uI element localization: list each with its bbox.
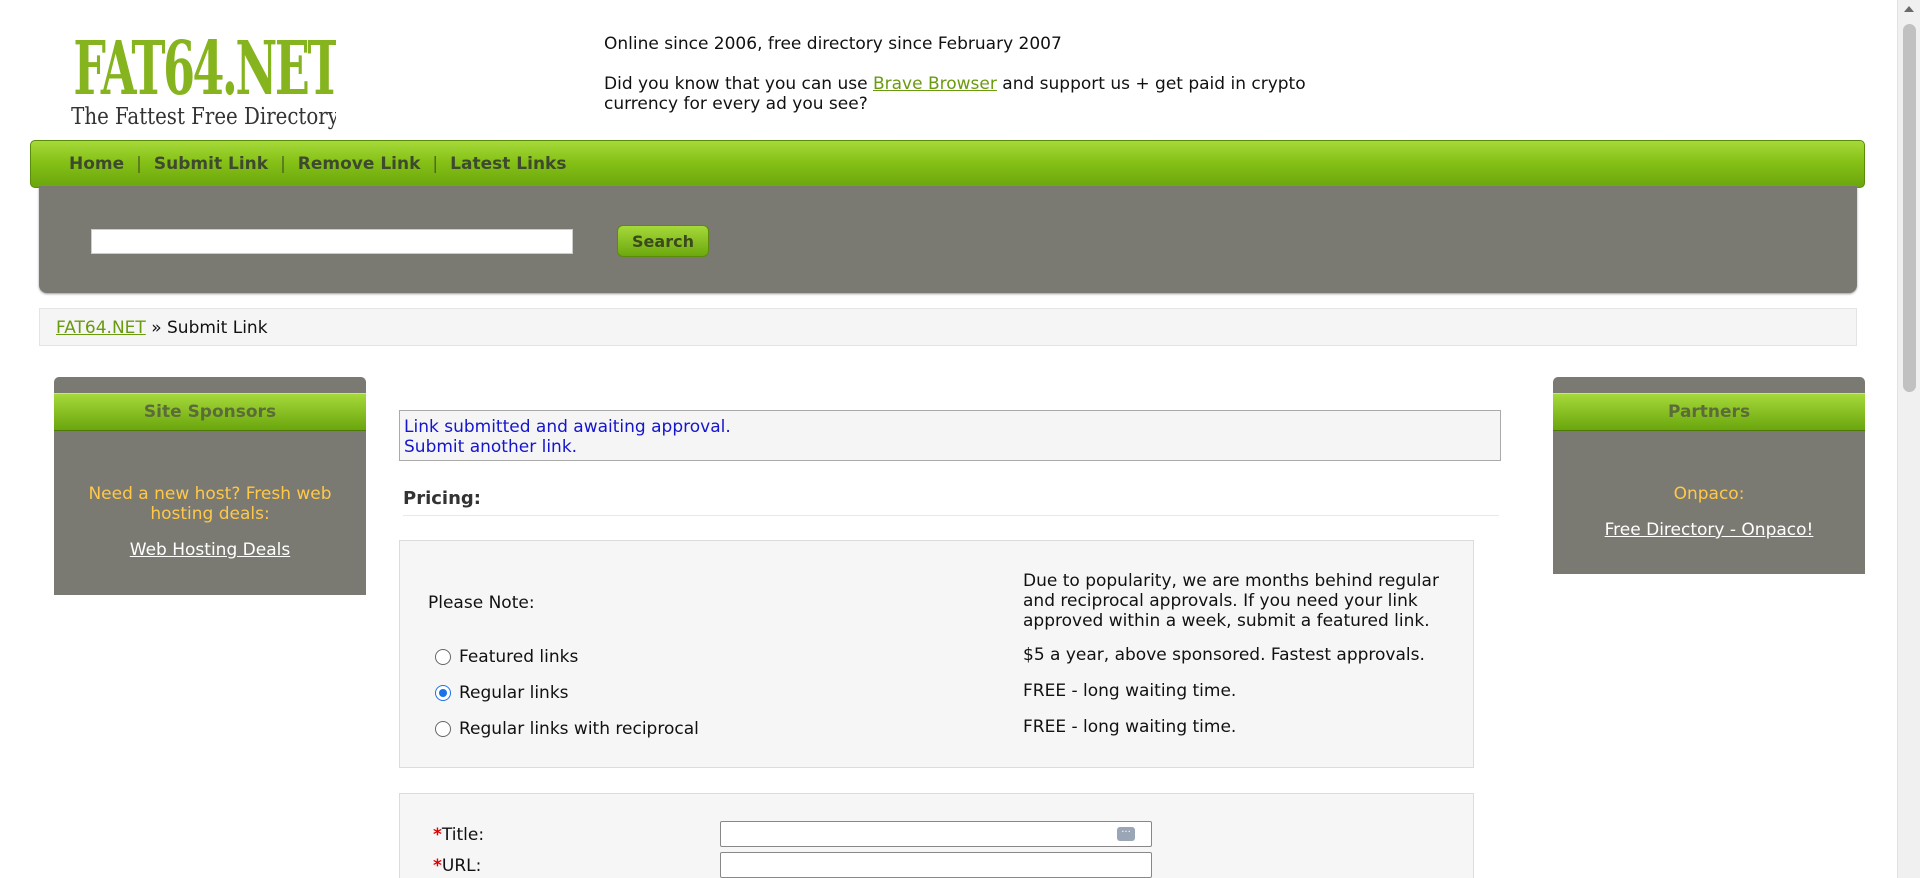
submit-form: *Title: ··· *URL: [399, 793, 1474, 878]
reciprocal-desc: FREE - long waiting time. [1023, 717, 1237, 737]
header-message: Online since 2006, free directory since … [604, 34, 1324, 134]
featured-desc: $5 a year, above sponsored. Fastest appr… [1023, 645, 1425, 665]
please-note-text: Due to popularity, we are months behind … [1023, 571, 1439, 631]
submit-another-link[interactable]: Submit another link. [404, 437, 1496, 457]
required-mark: * [433, 825, 442, 845]
featured-radio[interactable] [435, 649, 451, 665]
web-hosting-deals-link[interactable]: Web Hosting Deals [54, 540, 366, 560]
scroll-thumb[interactable] [1903, 24, 1916, 392]
header-brave-prefix: Did you know that you can use [604, 74, 873, 94]
submission-notice: Link submitted and awaiting approval. Su… [399, 410, 1501, 461]
fat64-logo-graphic: FAT64.NET The Fattest Free Directory [71, 24, 344, 131]
regular-label: Regular links [459, 683, 569, 703]
search-panel: Search [39, 186, 1857, 293]
featured-label: Featured links [459, 647, 579, 667]
nav-remove-link[interactable]: Remove Link [298, 154, 421, 174]
scroll-up-arrow-icon[interactable] [1904, 6, 1914, 12]
onpaco-link[interactable]: Free Directory - Onpaco! [1553, 520, 1865, 540]
option-regular[interactable]: Regular links [435, 681, 569, 705]
nav-separator: | [136, 154, 142, 174]
site-logo[interactable]: FAT64.NET The Fattest Free Directory [66, 14, 344, 132]
site-sponsors-title: Site Sponsors [54, 393, 366, 431]
nav-home[interactable]: Home [69, 154, 124, 174]
title-label-text: Title: [441, 825, 485, 845]
search-button[interactable]: Search [617, 225, 709, 257]
nav-separator: | [280, 154, 286, 174]
url-input[interactable] [720, 852, 1152, 878]
url-label-text: URL: [441, 856, 482, 876]
notice-submitted: Link submitted and awaiting approval. [404, 417, 731, 437]
main-navbar: Home | Submit Link | Remove Link | Lates… [30, 140, 1865, 188]
title-label: *Title: [433, 825, 484, 845]
pricing-box: Please Note: Due to popularity, we are m… [399, 540, 1474, 768]
option-reciprocal[interactable]: Regular links with reciprocal [435, 717, 699, 741]
pricing-heading: Pricing: [403, 488, 1499, 516]
sponsor-promo-text: Need a new host? Fresh web hosting deals… [88, 484, 332, 524]
ellipsis-icon[interactable]: ··· [1117, 827, 1135, 841]
breadcrumb-home-link[interactable]: FAT64.NET [56, 318, 146, 338]
regular-desc: FREE - long waiting time. [1023, 681, 1237, 701]
brave-browser-link[interactable]: Brave Browser [873, 74, 997, 94]
site-sponsors-box: Site Sponsors Need a new host? Fresh web… [54, 377, 366, 595]
partners-box: Partners Onpaco: Free Directory - Onpaco… [1553, 377, 1865, 574]
nav-submit-link[interactable]: Submit Link [154, 154, 268, 174]
partner-promo-text: Onpaco: [1673, 484, 1745, 504]
required-mark: * [433, 856, 442, 876]
breadcrumb-separator: » [145, 318, 168, 338]
url-label: *URL: [433, 856, 481, 876]
logo-tagline: The Fattest Free Directory [71, 104, 336, 131]
logo-text: FAT64.NET [73, 24, 336, 112]
header-line-brave: Did you know that you can use Brave Brow… [604, 74, 1324, 114]
breadcrumb-current: Submit Link [167, 318, 268, 338]
nav-latest-links[interactable]: Latest Links [450, 154, 566, 174]
breadcrumb: FAT64.NET » Submit Link [39, 308, 1857, 346]
title-input[interactable]: ··· [720, 821, 1152, 847]
reciprocal-radio[interactable] [435, 721, 451, 737]
partners-title: Partners [1553, 393, 1865, 431]
search-input[interactable] [91, 229, 573, 254]
header-line-online: Online since 2006, free directory since … [604, 34, 1062, 54]
regular-radio[interactable] [435, 685, 451, 701]
please-note-label: Please Note: [428, 593, 535, 613]
option-featured[interactable]: Featured links [435, 645, 578, 669]
page-scrollbar[interactable] [1897, 0, 1920, 878]
reciprocal-label: Regular links with reciprocal [459, 719, 699, 739]
nav-separator: | [432, 154, 439, 174]
